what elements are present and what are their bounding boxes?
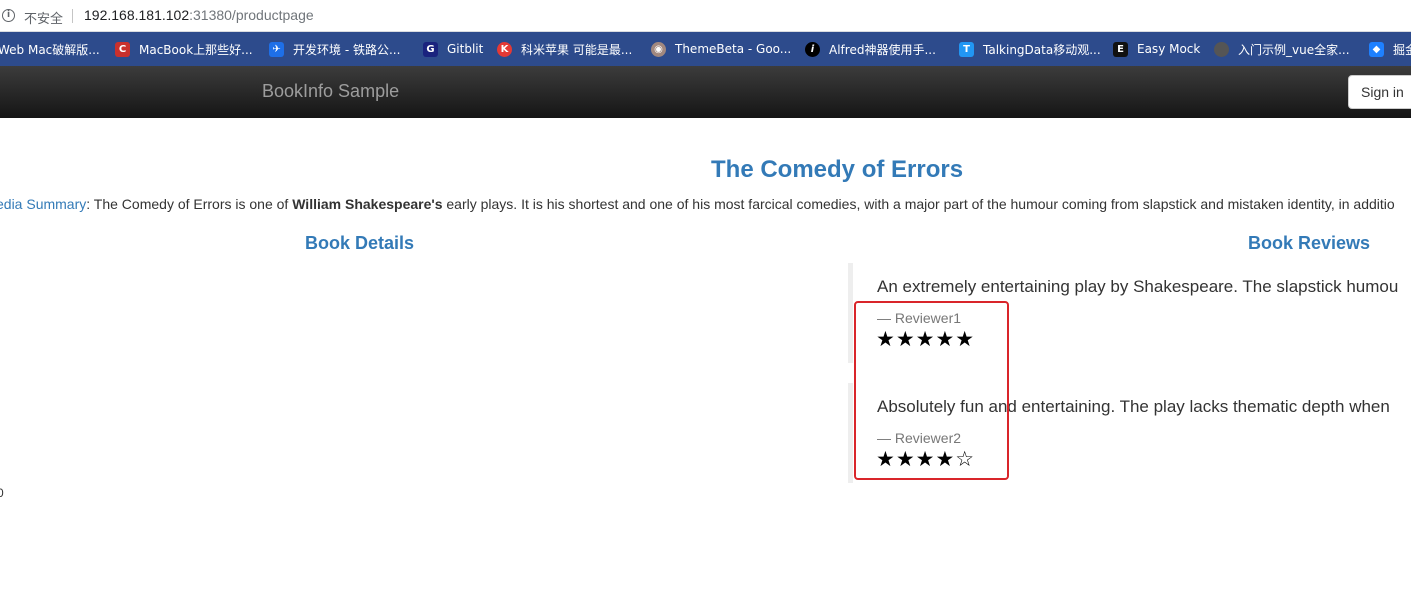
bookmark-item[interactable]: C MacBook上那些好... [115, 40, 253, 58]
brand-link[interactable]: BookInfo Sample [262, 81, 399, 102]
bookmark-item[interactable]: T TalkingData移动观... [959, 40, 1101, 58]
info-i-icon: i [805, 41, 820, 57]
bookmark-item[interactable]: i Alfred神器使用手... [805, 40, 936, 58]
bookmarks-bar: Web Mac破解版... C MacBook上那些好... ✈ 开发环境 - … [0, 32, 1411, 66]
security-label[interactable]: 不安全 [24, 8, 63, 27]
sign-in-button[interactable]: Sign in [1348, 75, 1411, 109]
bookmark-item[interactable]: ◆ 掘金 [1369, 40, 1411, 58]
app-navbar: BookInfo Sample Sign in [0, 66, 1411, 118]
summary-colon: : [86, 196, 94, 212]
bookmark-label: Web Mac破解版... [0, 42, 100, 57]
info-icon[interactable]: i [2, 9, 15, 22]
t-logo-icon: T [959, 41, 974, 57]
bookmark-item[interactable]: 入门示例_vue全家... [1214, 40, 1350, 58]
star-rating: ★★★★★ [876, 327, 976, 351]
reviewer-name: — Reviewer1 [877, 310, 962, 326]
bookmark-label: MacBook上那些好... [139, 42, 253, 57]
bookmark-label: Gitblit [447, 42, 484, 56]
k-logo-icon: K [497, 41, 512, 57]
palette-icon: ◉ [651, 41, 666, 57]
book-details-heading: Book Details [305, 233, 415, 253]
bookmark-label: 科米苹果 可能是最... [521, 42, 633, 57]
summary-text-end: early plays. It is his shortest and one … [442, 196, 1395, 212]
url-host: 192.168.181.102 [84, 7, 190, 23]
bookmark-item[interactable]: E Easy Mock [1113, 40, 1200, 58]
bookmark-label: Easy Mock [1137, 42, 1201, 56]
review-text: An extremely entertaining play by Shakes… [877, 277, 1399, 296]
page-title: The Comedy of Errors [711, 156, 964, 183]
gitblit-icon: G [423, 41, 438, 57]
address-divider [72, 9, 73, 23]
url-path: :31380/productpage [189, 7, 314, 23]
bookmark-item[interactable]: G Gitblit [423, 40, 483, 58]
book-reviews-heading: Book Reviews [1248, 233, 1371, 253]
address-bar[interactable]: i 不安全 192.168.181.102:31380/productpage [0, 0, 1411, 32]
bookmark-item[interactable]: Web Mac破解版... [0, 40, 100, 58]
review-card: Absolutely fun and entertaining. The pla… [848, 383, 1411, 483]
review-card: An extremely entertaining play by Shakes… [848, 263, 1411, 363]
bookmark-label: TalkingData移动观... [983, 42, 1101, 57]
wikipedia-summary-link[interactable]: edia Summary [0, 196, 86, 212]
review-text: Absolutely fun and entertaining. The pla… [877, 397, 1390, 416]
stray-text: 0 [0, 486, 4, 500]
juejin-icon: ◆ [1369, 41, 1384, 57]
bookmark-item[interactable]: ✈ 开发环境 - 铁路公... [269, 40, 400, 58]
summary-text-start: The Comedy of Errors is one of [93, 196, 293, 212]
bird-icon: ✈ [269, 41, 284, 57]
globe-icon [1214, 41, 1229, 57]
bookmark-label: 入门示例_vue全家... [1238, 42, 1350, 57]
bookmark-item[interactable]: ◉ ThemeBeta - Goo... [651, 40, 791, 58]
product-summary: edia Summary: The Comedy of Errors is on… [0, 196, 1395, 212]
summary-author: William Shakespeare's [292, 196, 443, 212]
bookmark-label: 开发环境 - 铁路公... [293, 42, 401, 57]
bookmark-label: Alfred神器使用手... [829, 42, 936, 57]
bookmark-label: ThemeBeta - Goo... [675, 42, 792, 56]
bookmark-item[interactable]: K 科米苹果 可能是最... [497, 40, 632, 58]
star-rating: ★★★★☆ [876, 447, 976, 471]
reviewer-name: — Reviewer2 [877, 430, 962, 446]
easymock-icon: E [1113, 41, 1128, 57]
bookmark-label: 掘金 [1393, 42, 1411, 57]
url-field[interactable]: 192.168.181.102:31380/productpage [84, 7, 314, 23]
c-logo-icon: C [115, 41, 130, 57]
